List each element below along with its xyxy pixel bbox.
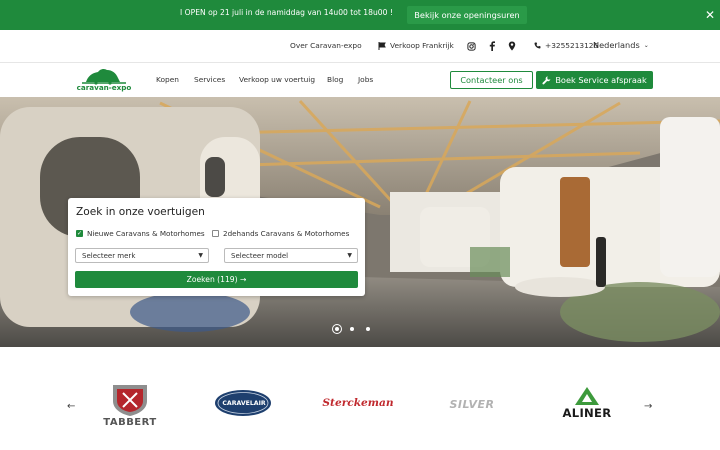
- announcement-bar: I OPEN op 21 juli in de namiddag van 14u…: [0, 0, 720, 30]
- silver-wordmark: SILVER: [449, 397, 495, 411]
- used-vehicles-label: 2dehands Caravans & Motorhomes: [223, 229, 350, 238]
- logo[interactable]: caravan-expo: [74, 67, 134, 93]
- brand-carousel: ← TABBERT CARAVELAIR Sterckeman SILVER A…: [0, 347, 720, 450]
- arrow-right-icon[interactable]: →: [644, 401, 652, 412]
- opening-hours-button[interactable]: Bekijk onze openingsuren: [407, 6, 527, 24]
- announcement-text: I OPEN op 21 juli in de namiddag van 14u…: [180, 8, 393, 17]
- language-label: Nederlands: [593, 40, 640, 50]
- phone-number: +3255213126: [545, 41, 599, 50]
- carousel-dot-2[interactable]: [350, 327, 354, 331]
- contact-button[interactable]: Contacteer ons: [450, 71, 533, 89]
- brand-logo-caravelair[interactable]: CARAVELAIR: [214, 389, 274, 417]
- chevron-down-icon: ⌄: [643, 41, 649, 49]
- book-service-button[interactable]: Boek Service afspraak: [536, 71, 653, 89]
- caravelair-wordmark: CARAVELAIR: [222, 399, 266, 407]
- nav-link-kopen[interactable]: Kopen: [156, 75, 179, 84]
- new-vehicles-checkbox[interactable]: ✓ Nieuwe Caravans & Motorhomes: [76, 229, 205, 238]
- location-pin-icon[interactable]: [506, 40, 518, 52]
- brand-logo-aliner[interactable]: ALINER: [552, 383, 622, 423]
- main-nav: caravan-expo Kopen Services Verkoop uw v…: [0, 63, 720, 97]
- close-icon[interactable]: ✕: [703, 8, 717, 22]
- phone-link[interactable]: +3255213126: [534, 41, 598, 50]
- checkbox-checked-icon: ✓: [76, 229, 83, 237]
- model-select[interactable]: Selecteer model ▼: [224, 248, 358, 263]
- brand-logo-silver[interactable]: SILVER: [440, 395, 504, 413]
- chevron-down-icon: ▼: [198, 252, 203, 259]
- carousel-dot-3[interactable]: [366, 327, 370, 331]
- phone-icon: [534, 42, 541, 49]
- wrench-icon: [542, 76, 551, 84]
- tabbert-shield-icon: [113, 384, 147, 416]
- nav-link-services[interactable]: Services: [194, 75, 225, 84]
- nav-link-jobs[interactable]: Jobs: [358, 75, 373, 84]
- aliner-triangle-icon: [575, 387, 599, 405]
- search-submit-button[interactable]: Zoeken (119) →: [75, 271, 358, 288]
- facebook-icon[interactable]: [486, 40, 498, 52]
- aliner-wordmark: ALINER: [562, 406, 612, 420]
- instagram-icon[interactable]: [465, 40, 477, 52]
- brand-logo-sterckeman[interactable]: Sterckeman: [318, 393, 398, 413]
- vehicle-search-card: Zoek in onze voertuigen ✓ Nieuwe Caravan…: [68, 198, 365, 296]
- new-vehicles-label: Nieuwe Caravans & Motorhomes: [87, 229, 205, 238]
- model-select-value: Selecteer model: [231, 251, 289, 260]
- flag-icon: [378, 41, 386, 50]
- search-title: Zoek in onze voertuigen: [76, 206, 205, 218]
- sales-france-link[interactable]: Verkoop Frankrijk: [378, 41, 454, 50]
- checkbox-empty-icon: [212, 230, 219, 237]
- brand-select-value: Selecteer merk: [82, 251, 136, 260]
- chevron-down-icon: ▼: [347, 252, 352, 259]
- used-vehicles-checkbox[interactable]: 2dehands Caravans & Motorhomes: [212, 229, 349, 238]
- nav-link-blog[interactable]: Blog: [327, 75, 343, 84]
- nav-link-verkoop[interactable]: Verkoop uw voertuig: [239, 75, 315, 84]
- carousel-dot-1[interactable]: [332, 324, 342, 334]
- brand-select[interactable]: Selecteer merk ▼: [75, 248, 209, 263]
- language-selector[interactable]: Nederlands ⌄: [593, 40, 649, 50]
- sterckeman-wordmark: Sterckeman: [322, 397, 394, 409]
- arrow-left-icon[interactable]: ←: [67, 401, 75, 412]
- utility-bar: Over Caravan-expo Verkoop Frankrijk +325…: [0, 30, 720, 63]
- logo-text: caravan-expo: [76, 83, 132, 92]
- book-service-label: Boek Service afspraak: [555, 75, 647, 85]
- sales-france-label: Verkoop Frankrijk: [390, 41, 454, 50]
- brand-logo-tabbert[interactable]: TABBERT: [98, 377, 162, 433]
- tabbert-wordmark: TABBERT: [103, 416, 157, 428]
- about-link[interactable]: Over Caravan-expo: [290, 41, 362, 50]
